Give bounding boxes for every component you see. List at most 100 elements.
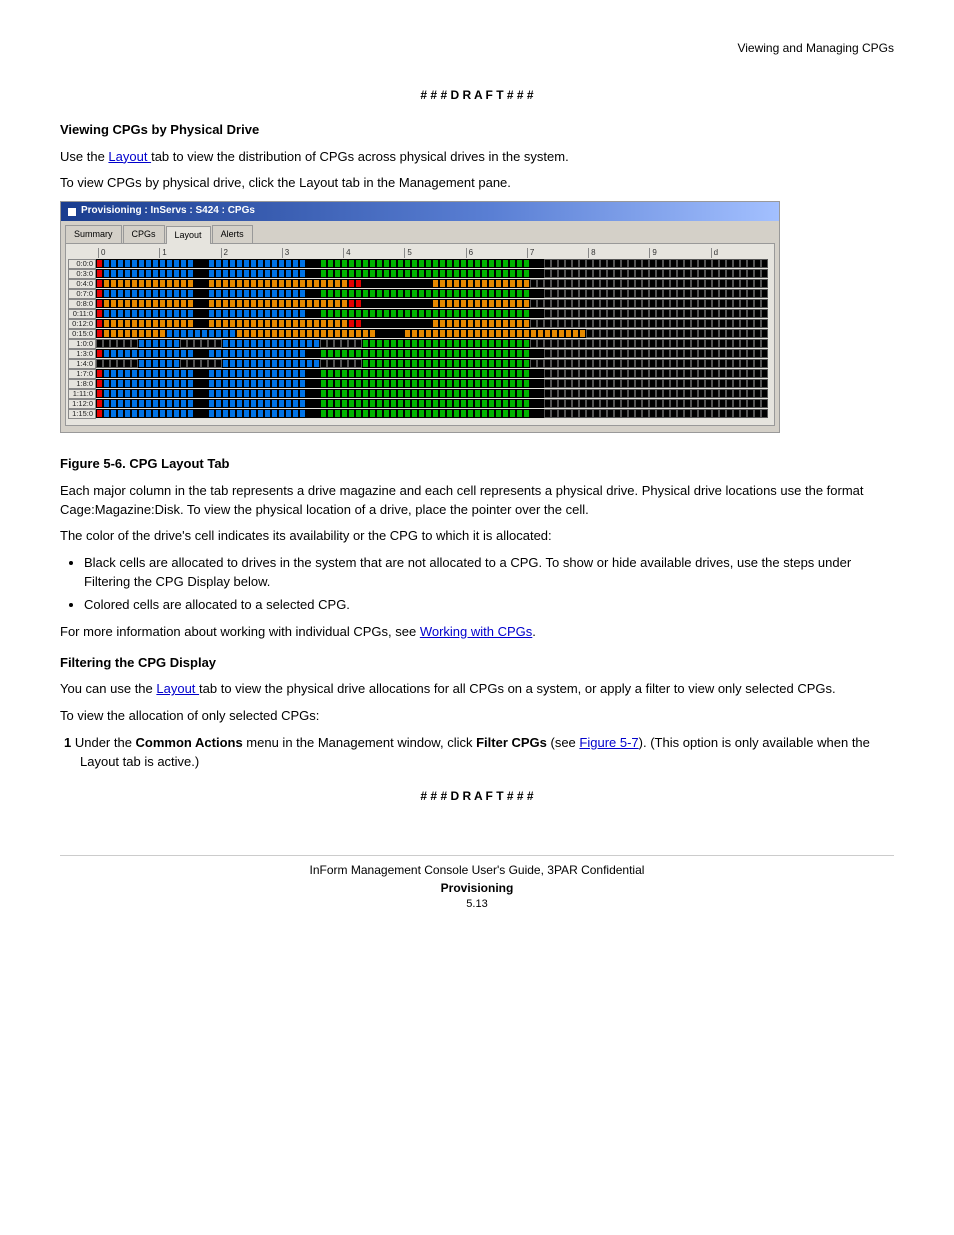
drive-cell[interactable]	[572, 389, 579, 398]
drive-cell[interactable]	[166, 389, 173, 398]
drive-cell[interactable]	[103, 369, 110, 378]
drive-cell[interactable]	[243, 379, 250, 388]
drive-cell[interactable]	[600, 379, 607, 388]
drive-cell[interactable]	[138, 359, 145, 368]
drive-cell[interactable]	[110, 269, 117, 278]
drive-cell[interactable]	[369, 339, 376, 348]
drive-cell[interactable]	[236, 309, 243, 318]
drive-cell[interactable]	[320, 319, 327, 328]
drive-cell[interactable]	[145, 329, 152, 338]
drive-cell[interactable]	[530, 319, 537, 328]
drive-cell[interactable]	[362, 309, 369, 318]
drive-cell[interactable]	[278, 379, 285, 388]
drive-cell[interactable]	[110, 279, 117, 288]
drive-cell[interactable]	[628, 359, 635, 368]
drive-cell[interactable]	[334, 339, 341, 348]
drive-cell[interactable]	[313, 319, 320, 328]
drive-cell[interactable]	[229, 339, 236, 348]
drive-cell[interactable]	[397, 279, 404, 288]
drive-cell[interactable]	[173, 299, 180, 308]
drive-cell[interactable]	[488, 349, 495, 358]
drive-cell[interactable]	[159, 279, 166, 288]
drive-cell[interactable]	[124, 409, 131, 418]
drive-cell[interactable]	[607, 299, 614, 308]
drive-cell[interactable]	[145, 389, 152, 398]
drive-cell[interactable]	[572, 409, 579, 418]
drive-cell[interactable]	[327, 269, 334, 278]
drive-cell[interactable]	[187, 349, 194, 358]
drive-cell[interactable]	[663, 319, 670, 328]
drive-cell[interactable]	[229, 319, 236, 328]
drive-cell[interactable]	[754, 319, 761, 328]
drive-cell[interactable]	[670, 279, 677, 288]
drive-cell[interactable]	[481, 289, 488, 298]
drive-cell[interactable]	[341, 329, 348, 338]
drive-cell[interactable]	[649, 409, 656, 418]
drive-cell[interactable]	[96, 349, 103, 358]
drive-cell[interactable]	[355, 319, 362, 328]
drive-cell[interactable]	[292, 319, 299, 328]
drive-cell[interactable]	[544, 389, 551, 398]
drive-cell[interactable]	[621, 359, 628, 368]
drive-cell[interactable]	[495, 329, 502, 338]
drive-cell[interactable]	[558, 359, 565, 368]
drive-cell[interactable]	[243, 319, 250, 328]
drive-cell[interactable]	[439, 389, 446, 398]
drive-cell[interactable]	[642, 329, 649, 338]
drive-cell[interactable]	[495, 409, 502, 418]
drive-cell[interactable]	[621, 289, 628, 298]
drive-cell[interactable]	[194, 339, 201, 348]
drive-cell[interactable]	[180, 259, 187, 268]
drive-cell[interactable]	[159, 409, 166, 418]
drive-cell[interactable]	[96, 409, 103, 418]
drive-cell[interactable]	[677, 389, 684, 398]
drive-cell[interactable]	[299, 309, 306, 318]
drive-cell[interactable]	[96, 359, 103, 368]
drive-cell[interactable]	[488, 339, 495, 348]
drive-cell[interactable]	[565, 329, 572, 338]
drive-cell[interactable]	[586, 279, 593, 288]
drive-cell[interactable]	[173, 369, 180, 378]
drive-cell[interactable]	[306, 339, 313, 348]
drive-cell[interactable]	[271, 259, 278, 268]
drive-cell[interactable]	[747, 339, 754, 348]
drive-cell[interactable]	[565, 409, 572, 418]
drive-cell[interactable]	[698, 389, 705, 398]
drive-cell[interactable]	[418, 299, 425, 308]
drive-cell[interactable]	[474, 259, 481, 268]
drive-cell[interactable]	[705, 329, 712, 338]
drive-cell[interactable]	[173, 389, 180, 398]
drive-cell[interactable]	[215, 319, 222, 328]
drive-cell[interactable]	[425, 359, 432, 368]
drive-cell[interactable]	[243, 409, 250, 418]
drive-cell[interactable]	[334, 379, 341, 388]
drive-cell[interactable]	[166, 409, 173, 418]
drive-cell[interactable]	[530, 339, 537, 348]
drive-cell[interactable]	[159, 319, 166, 328]
drive-cell[interactable]	[733, 359, 740, 368]
drive-cell[interactable]	[355, 289, 362, 298]
drive-cell[interactable]	[551, 319, 558, 328]
drive-cell[interactable]	[264, 359, 271, 368]
drive-cell[interactable]	[271, 289, 278, 298]
drive-cell[interactable]	[565, 389, 572, 398]
drive-cell[interactable]	[257, 399, 264, 408]
drive-cell[interactable]	[523, 369, 530, 378]
drive-cell[interactable]	[418, 279, 425, 288]
drive-cell[interactable]	[572, 379, 579, 388]
drive-cell[interactable]	[481, 389, 488, 398]
drive-cell[interactable]	[663, 409, 670, 418]
drive-cell[interactable]	[684, 259, 691, 268]
drive-cell[interactable]	[250, 399, 257, 408]
drive-cell[interactable]	[376, 389, 383, 398]
drive-cell[interactable]	[558, 309, 565, 318]
drive-cell[interactable]	[369, 329, 376, 338]
drive-cell[interactable]	[614, 349, 621, 358]
drive-cell[interactable]	[124, 379, 131, 388]
drive-cell[interactable]	[579, 359, 586, 368]
drive-cell[interactable]	[418, 259, 425, 268]
drive-cell[interactable]	[474, 289, 481, 298]
drive-cell[interactable]	[747, 349, 754, 358]
drive-cell[interactable]	[502, 389, 509, 398]
drive-cell[interactable]	[530, 409, 537, 418]
